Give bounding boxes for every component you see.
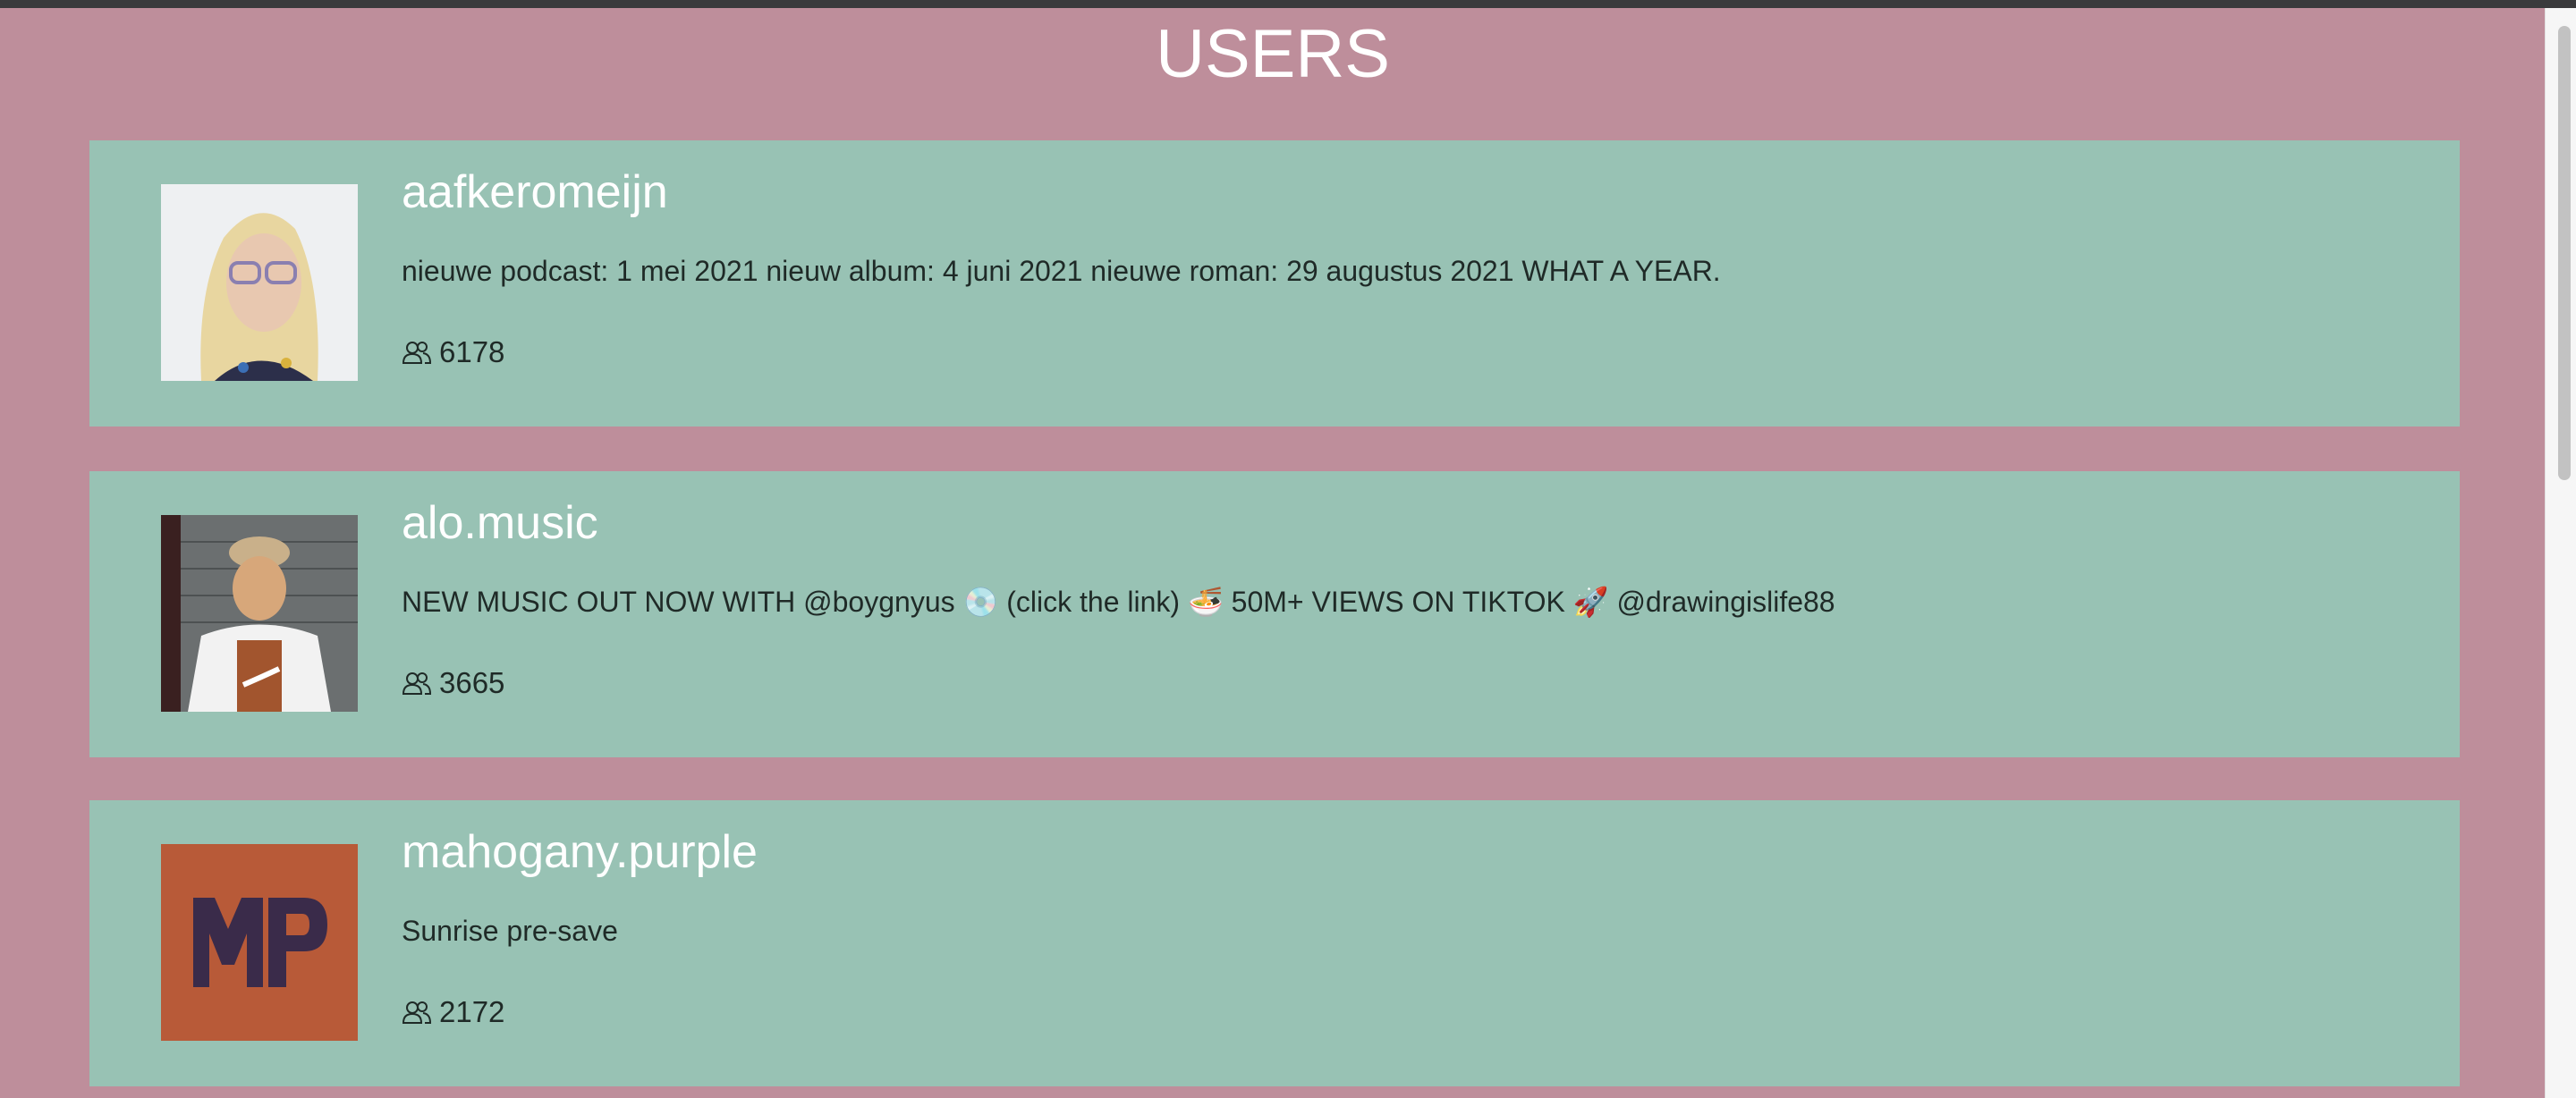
followers-value: 2172: [439, 995, 505, 1028]
username[interactable]: mahogany.purple: [402, 824, 758, 881]
window-top-bar: [0, 0, 2576, 8]
followers-count: 3665: [402, 665, 504, 701]
avatar[interactable]: [161, 515, 358, 712]
people-icon: [402, 342, 432, 364]
user-bio: nieuwe podcast: 1 mei 2021 nieuw album: …: [402, 255, 1721, 287]
people-icon: [402, 672, 432, 695]
followers-value: 3665: [439, 666, 505, 699]
username[interactable]: aafkeromeijn: [402, 164, 668, 221]
avatar[interactable]: [161, 844, 358, 1041]
username[interactable]: alo.music: [402, 494, 598, 552]
page-title: USERS: [1156, 16, 1390, 92]
followers-count: 2172: [402, 994, 504, 1030]
scrollbar[interactable]: [2545, 8, 2576, 1098]
user-bio: NEW MUSIC OUT NOW WITH @boygnyus 💿 (clic…: [402, 586, 1835, 618]
followers-count: 6178: [402, 334, 504, 370]
scrollbar-thumb[interactable]: [2558, 26, 2571, 480]
user-card[interactable]: alo.music NEW MUSIC OUT NOW WITH @boygny…: [89, 471, 2460, 757]
people-icon: [402, 1001, 432, 1024]
user-bio: Sunrise pre-save: [402, 915, 618, 947]
user-card[interactable]: aafkeromeijn nieuwe podcast: 1 mei 2021 …: [89, 140, 2460, 427]
followers-value: 6178: [439, 335, 505, 368]
avatar[interactable]: [161, 184, 358, 381]
user-card[interactable]: mahogany.purple Sunrise pre-save 2172: [89, 800, 2460, 1086]
